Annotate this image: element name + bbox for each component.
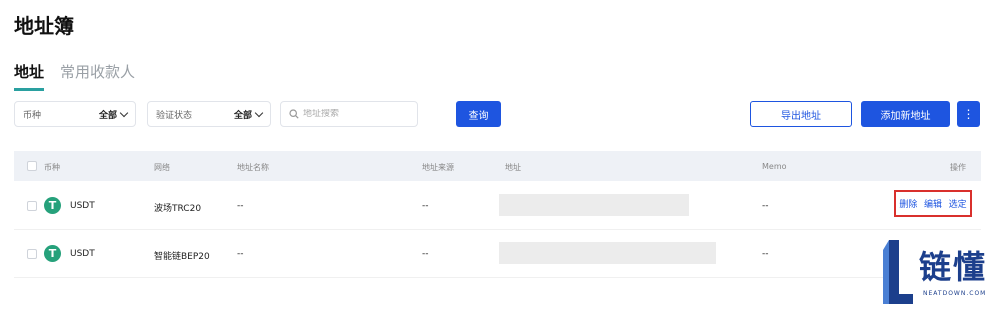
more-options-button[interactable]: ⋮ [957, 101, 980, 127]
row-address-redacted [499, 194, 689, 216]
table-header: 币种 网络 地址名称 地址来源 地址 Memo 操作 [14, 151, 981, 181]
watermark-logo: 链懂 NEATDOWN.COM [883, 240, 1000, 304]
add-address-button[interactable]: 添加新地址 [861, 101, 950, 127]
header-network: 网络 [154, 163, 170, 172]
row-checkbox[interactable] [27, 201, 37, 211]
header-address: 地址 [505, 163, 521, 172]
verify-filter-value: 全部 [233, 110, 252, 121]
header-address-source: 地址来源 [422, 163, 454, 172]
verify-filter-label: 验证状态 [156, 110, 193, 121]
chevron-down-icon [119, 108, 129, 117]
currency-filter-select[interactable]: 币种 全部 [14, 101, 136, 127]
row-address-name: -- [237, 249, 244, 259]
currency-filter-label: 币种 [23, 110, 42, 121]
tab-address[interactable]: 地址 [14, 61, 45, 91]
row-address-source: -- [422, 201, 429, 211]
edit-link[interactable]: 编辑 [924, 197, 942, 210]
address-search-box [280, 101, 418, 127]
verify-status-filter-select[interactable]: 验证状态 全部 [147, 101, 271, 127]
tether-icon: T [44, 245, 61, 262]
header-currency: 币种 [44, 163, 60, 172]
row-memo: -- [762, 249, 769, 259]
header-operations: 操作 [950, 163, 966, 172]
row-address-source: -- [422, 249, 429, 259]
select-link[interactable]: 选定 [949, 197, 967, 210]
tether-icon: T [44, 197, 61, 214]
row-address-name: -- [237, 201, 244, 211]
row-coin: USDT [70, 249, 95, 259]
watermark-subtext: NEATDOWN.COM [923, 290, 987, 297]
export-address-button[interactable]: 导出地址 [750, 101, 852, 127]
row-network: 智能链BEP20 [154, 252, 210, 262]
watermark-text: 链懂 [919, 248, 988, 286]
row-network: 波场TRC20 [154, 204, 202, 214]
page-title: 地址簿 [14, 14, 74, 38]
chevron-down-icon [254, 108, 264, 117]
tab-bar: 地址 常用收款人 [14, 61, 135, 91]
header-memo: Memo [762, 162, 787, 171]
row-address-redacted [499, 242, 716, 264]
watermark-l-icon [883, 240, 913, 304]
tab-frequent-payees[interactable]: 常用收款人 [60, 61, 135, 91]
search-icon [289, 109, 299, 119]
address-search-input[interactable] [303, 109, 403, 119]
row-actions: 删除 编辑 选定 [894, 190, 972, 217]
header-address-name: 地址名称 [237, 163, 269, 172]
select-all-checkbox[interactable] [27, 161, 37, 171]
table-row: T USDT 智能链BEP20 -- -- -- [14, 230, 981, 278]
delete-link[interactable]: 删除 [899, 197, 917, 210]
query-button[interactable]: 查询 [456, 101, 501, 127]
row-coin: USDT [70, 201, 95, 211]
currency-filter-value: 全部 [98, 110, 117, 121]
table-row: T USDT 波场TRC20 -- -- -- [14, 182, 981, 230]
row-memo: -- [762, 201, 769, 211]
row-checkbox[interactable] [27, 249, 37, 259]
